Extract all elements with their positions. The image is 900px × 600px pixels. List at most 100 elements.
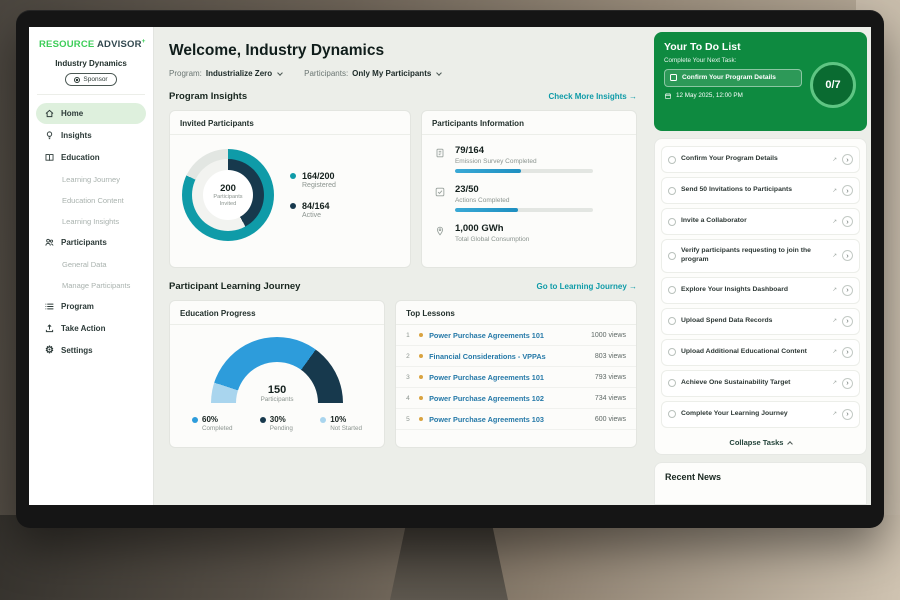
lesson-link[interactable]: Power Purchase Agreements 101 [429,373,544,382]
task-chevron-button[interactable]: › [842,154,853,165]
lesson-link[interactable]: Power Purchase Agreements 102 [429,394,544,403]
task-row[interactable]: Explore Your Insights Dashboard ↗ › [661,277,860,304]
todo-summary-card: Your To Do List Complete Your Next Task:… [654,32,867,131]
lesson-link[interactable]: Power Purchase Agreements 103 [429,415,544,424]
task-chevron-button[interactable]: › [842,316,853,327]
task-radio[interactable] [668,286,676,294]
sidebar-item-insights[interactable]: Insights [36,125,146,146]
external-link-icon: ↗ [832,157,837,163]
go-to-learning-journey-link[interactable]: Go to Learning Journey → [537,282,637,291]
check-more-insights-link[interactable]: Check More Insights → [549,92,637,101]
sidebar-item-general-data[interactable]: General Data [36,254,146,274]
survey-icon [434,146,446,173]
task-radio[interactable] [668,252,676,260]
legend-value: 30% [270,415,293,424]
sidebar-item-settings[interactable]: ⚙ Settings [36,340,146,361]
participants-select[interactable]: Participants: Only My Participants [304,69,441,78]
legend-label: Completed [202,425,232,432]
participants-select-label: Participants: [304,69,348,78]
sidebar-item-label: Learning Insights [62,217,119,226]
checkbox[interactable] [670,74,677,81]
home-icon [44,108,55,119]
lesson-rank: 1 [406,332,413,339]
monitor-bezel: RESOURCE ADVISOR+ Industry Dynamics Spon… [16,10,884,528]
task-row[interactable]: Upload Additional Educational Content ↗ … [661,339,860,366]
invited-donut-chart: 200 Participants Invited [182,149,274,241]
sidebar-item-learning-journey[interactable]: Learning Journey [36,169,146,189]
task-row[interactable]: Invite a Collaborator ↗ › [661,208,860,235]
sidebar-item-label: Home [61,109,83,118]
gauge-center-value: 150 [211,384,343,396]
calendar-icon [664,92,672,100]
lesson-dot-icon [419,354,423,358]
lesson-link[interactable]: Financial Considerations - VPPAs [429,352,546,361]
stat-value: 23/50 [455,184,593,195]
sidebar: RESOURCE ADVISOR+ Industry Dynamics Spon… [29,27,154,505]
task-radio[interactable] [668,187,676,195]
upload-icon [44,323,55,334]
task-chevron-button[interactable]: › [842,185,853,196]
arrow-right-icon: → [629,282,637,291]
next-task-label: Confirm Your Program Details [682,74,776,82]
sidebar-item-education[interactable]: Education [36,147,146,168]
task-row[interactable]: Upload Spend Data Records ↗ › [661,308,860,335]
sidebar-item-label: Settings [61,346,93,355]
sidebar-item-label: Education [61,153,100,162]
task-radio[interactable] [668,317,676,325]
sidebar-item-participants[interactable]: Participants [36,232,146,253]
legend-item-registered: 164/200 Registered [290,171,336,189]
insights-icon [44,130,55,141]
progress-bar-fill [455,208,518,212]
sidebar-item-label: Learning Journey [62,175,120,184]
task-chevron-button[interactable]: › [842,409,853,420]
sidebar-item-home[interactable]: Home [36,103,146,124]
task-chevron-button[interactable]: › [842,378,853,389]
task-chevron-button[interactable]: › [842,250,853,261]
task-label: Send 50 Invitations to Participants [681,186,827,195]
lesson-rank: 3 [406,374,413,381]
task-radio[interactable] [668,379,676,387]
program-insights-header: Program Insights Check More Insights → [169,91,637,102]
task-label: Achieve One Sustainability Target [681,379,827,388]
lesson-rank: 2 [406,353,413,360]
collapse-tasks-link[interactable]: Collapse Tasks [658,432,863,450]
task-chevron-button[interactable]: › [842,285,853,296]
insights-cards-row: Invited Participants 200 Participants In… [169,110,637,268]
task-row[interactable]: Send 50 Invitations to Participants ↗ › [661,177,860,204]
invited-participants-card: Invited Participants 200 Participants In… [169,110,411,268]
external-link-icon: ↗ [832,253,837,259]
participants-information-card: Participants Information 79/164 Emission… [421,110,637,268]
task-radio[interactable] [668,218,676,226]
sidebar-nav: Home Insights Education Learning Journey… [29,95,153,369]
legend-item-pending: 30% Pending [260,415,293,432]
task-row[interactable]: Verify participants requesting to join t… [661,239,860,273]
legend-item-not-started: 10% Not Started [320,415,362,432]
org-name: Industry Dynamics [29,59,153,68]
sidebar-item-learning-insights[interactable]: Learning Insights [36,211,146,231]
sidebar-item-label: Participants [61,238,107,247]
gauge-area: 150 Participants 60% Completed [170,325,384,432]
sidebar-item-manage-participants[interactable]: Manage Participants [36,275,146,295]
next-task-row[interactable]: Confirm Your Program Details [664,69,802,87]
logo-resource: RESOURCE [39,39,94,50]
task-chevron-button[interactable]: › [842,347,853,358]
task-label: Upload Spend Data Records [681,317,827,326]
sidebar-item-take-action[interactable]: Take Action [36,318,146,339]
chevron-down-icon [436,70,442,76]
book-icon [44,152,55,163]
donut-center-value: 200 [220,183,236,194]
task-row[interactable]: Achieve One Sustainability Target ↗ › [661,370,860,397]
task-radio[interactable] [668,348,676,356]
sidebar-item-education-content[interactable]: Education Content [36,190,146,210]
task-chevron-button[interactable]: › [842,216,853,227]
card-title: Invited Participants [170,111,410,135]
task-row[interactable]: Complete Your Learning Journey ↗ › [661,401,860,428]
task-row[interactable]: Confirm Your Program Details ↗ › [661,146,860,173]
program-select[interactable]: Program: Industrialize Zero [169,69,282,78]
sidebar-item-program[interactable]: Program [36,296,146,317]
external-link-icon: ↗ [832,380,837,386]
lesson-link[interactable]: Power Purchase Agreements 101 [429,331,544,340]
task-radio[interactable] [668,410,676,418]
task-radio[interactable] [668,156,676,164]
stat-value: 79/164 [455,145,593,156]
